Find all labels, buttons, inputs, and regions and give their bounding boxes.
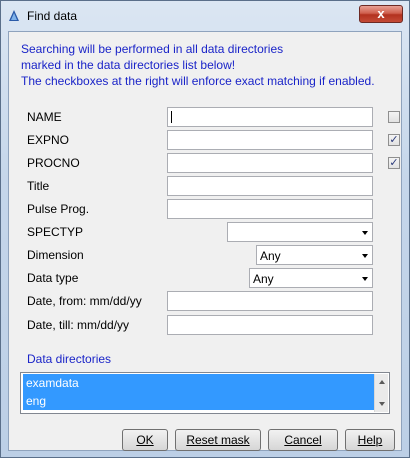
data-type-label: Data type: [27, 271, 79, 285]
data-directories-list[interactable]: examdata eng: [20, 372, 390, 414]
date-from-input[interactable]: [167, 291, 373, 311]
title-input[interactable]: [167, 176, 373, 196]
date-till-label: Date, till: mm/dd/yy: [27, 318, 130, 332]
dimension-value: Any: [260, 249, 281, 263]
chevron-down-icon: [362, 277, 368, 281]
procno-input[interactable]: [167, 153, 373, 173]
close-button[interactable]: x: [359, 5, 403, 23]
name-label: NAME: [27, 110, 62, 124]
reset-mask-button[interactable]: Reset mask: [175, 429, 261, 451]
data-type-select[interactable]: Any: [249, 268, 373, 288]
dimension-select[interactable]: Any: [256, 245, 373, 265]
chevron-down-icon: [362, 231, 368, 235]
procno-exact-checkbox[interactable]: ✓: [388, 157, 400, 169]
ok-button[interactable]: OK: [122, 429, 168, 451]
list-item[interactable]: eng: [23, 392, 374, 410]
scroll-down-icon[interactable]: [379, 402, 385, 406]
scrollbar[interactable]: [374, 374, 388, 412]
chevron-down-icon: [362, 254, 368, 258]
info-text: Searching will be performed in all data …: [21, 41, 410, 89]
info-line-1: Searching will be performed in all data …: [21, 42, 284, 56]
dialog-body: Searching will be performed in all data …: [8, 31, 402, 451]
cancel-button-label: Cancel: [284, 433, 322, 447]
dimension-label: Dimension: [27, 248, 84, 262]
procno-label: PROCNO: [27, 156, 80, 170]
date-till-input[interactable]: [167, 315, 373, 335]
name-exact-checkbox[interactable]: [388, 111, 400, 123]
text-caret: [171, 111, 172, 123]
name-input[interactable]: [167, 107, 373, 127]
cancel-button[interactable]: Cancel: [268, 429, 338, 451]
expno-exact-checkbox[interactable]: ✓: [388, 134, 400, 146]
pulse-prog-input[interactable]: [167, 199, 373, 219]
title-bar: Find data x: [1, 1, 409, 31]
info-line-2: marked in the data directories list belo…: [21, 58, 236, 72]
window-title: Find data: [27, 9, 78, 23]
ok-button-label: OK: [136, 433, 154, 447]
title-label: Title: [27, 179, 50, 193]
help-button[interactable]: Help: [345, 429, 395, 451]
pulse-prog-label: Pulse Prog.: [27, 202, 90, 216]
reset-mask-button-label: Reset mask: [186, 433, 250, 447]
list-item[interactable]: examdata: [23, 374, 374, 392]
info-line-3: The checkboxes at the right will enforce…: [21, 74, 375, 88]
scroll-up-icon[interactable]: [379, 380, 385, 384]
expno-input[interactable]: [167, 130, 373, 150]
topspin-app-icon: [9, 10, 19, 21]
help-button-label: Help: [357, 433, 383, 447]
find-data-window: Find data x Searching will be performed …: [0, 0, 410, 458]
date-from-label: Date, from: mm/dd/yy: [27, 294, 142, 308]
spectyp-label: SPECTYP: [27, 225, 84, 239]
data-directories-label: Data directories: [27, 352, 112, 366]
spectyp-select[interactable]: [227, 222, 373, 242]
expno-label: EXPNO: [27, 133, 70, 147]
data-type-value: Any: [253, 272, 274, 286]
